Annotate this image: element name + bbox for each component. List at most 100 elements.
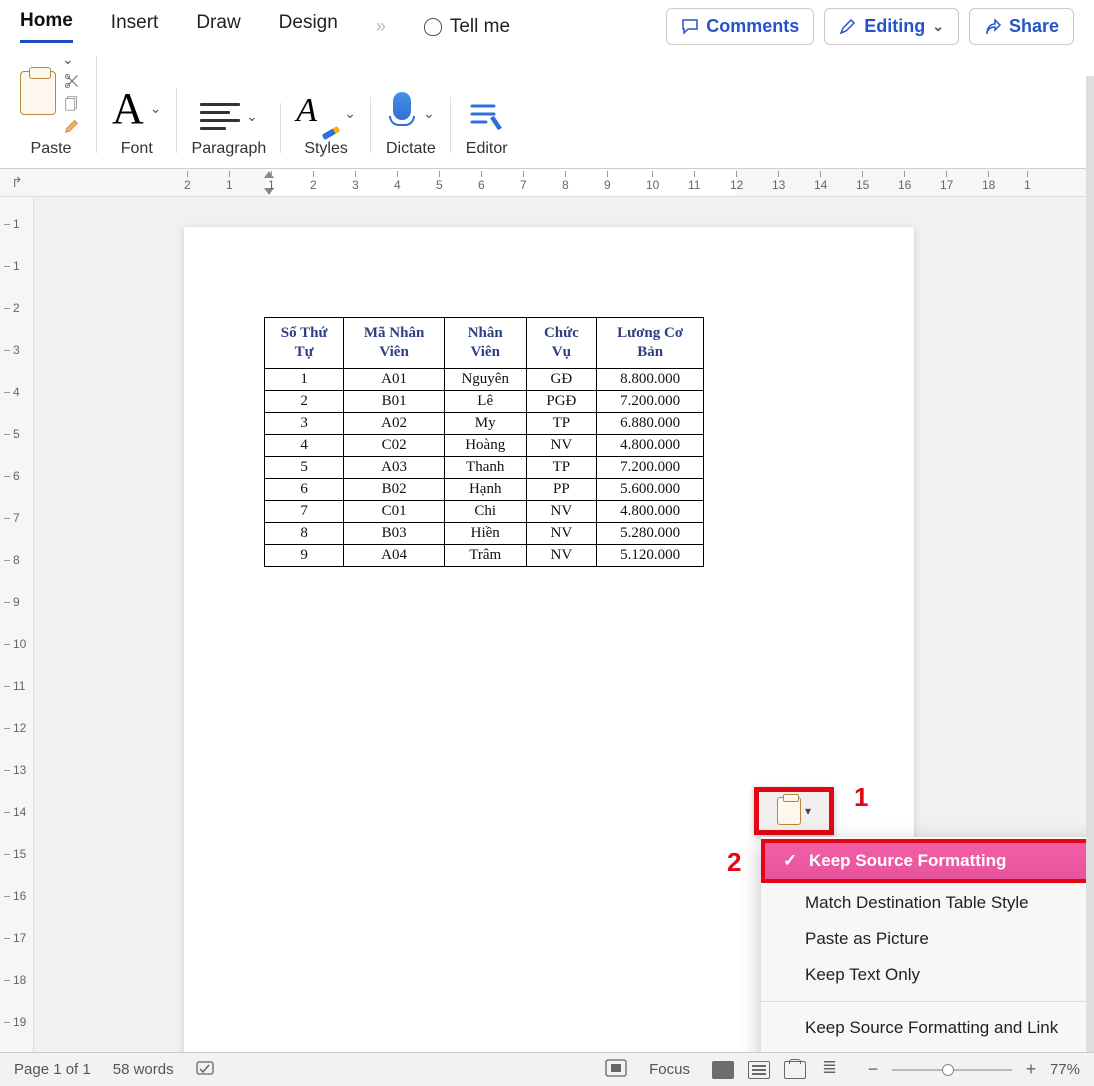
table-row[interactable]: 2B01LêPGĐ7.200.000 xyxy=(265,390,704,412)
view-outline-icon[interactable] xyxy=(820,1061,842,1079)
table-cell[interactable]: NV xyxy=(526,544,597,566)
table-cell[interactable]: B01 xyxy=(344,390,445,412)
table-cell[interactable]: 7.200.000 xyxy=(597,456,704,478)
table-cell[interactable]: 6 xyxy=(265,478,344,500)
table-cell[interactable]: Chi xyxy=(444,500,526,522)
ribbon-group-editor[interactable]: Editor xyxy=(466,98,508,158)
tab-design[interactable]: Design xyxy=(279,12,338,42)
copy-icon[interactable] xyxy=(62,94,82,112)
table-cell[interactable]: A02 xyxy=(344,412,445,434)
editing-button[interactable]: Editing ⌄ xyxy=(824,8,959,45)
word-count[interactable]: 58 words xyxy=(113,1061,174,1078)
table-cell[interactable]: A04 xyxy=(344,544,445,566)
table-cell[interactable]: C02 xyxy=(344,434,445,456)
tab-draw[interactable]: Draw xyxy=(196,12,240,42)
zoom-value[interactable]: 77% xyxy=(1050,1061,1080,1078)
zoom-out-button[interactable]: − xyxy=(864,1059,882,1080)
table-cell[interactable]: My xyxy=(444,412,526,434)
focus-icon[interactable] xyxy=(605,1059,627,1081)
table-cell[interactable]: TP xyxy=(526,412,597,434)
table-cell[interactable]: NV xyxy=(526,500,597,522)
table-cell[interactable]: Hiền xyxy=(444,522,526,544)
paste-menu-item[interactable]: ✓Keep Source Formatting xyxy=(761,839,1094,883)
table-row[interactable]: 4C02HoàngNV4.800.000 xyxy=(265,434,704,456)
table-cell[interactable]: NV xyxy=(526,522,597,544)
ribbon-group-font[interactable]: A⌄ Font xyxy=(112,83,162,158)
table-cell[interactable]: 4 xyxy=(265,434,344,456)
ribbon-group-styles[interactable]: A ⌄ Styles xyxy=(296,92,356,158)
tab-home[interactable]: Home xyxy=(20,10,73,43)
table-cell[interactable]: TP xyxy=(526,456,597,478)
table-cell[interactable]: PP xyxy=(526,478,597,500)
focus-label[interactable]: Focus xyxy=(649,1061,690,1078)
table-cell[interactable]: PGĐ xyxy=(526,390,597,412)
table-cell[interactable]: B03 xyxy=(344,522,445,544)
table-cell[interactable]: 8 xyxy=(265,522,344,544)
tabs-more-icon[interactable]: » xyxy=(376,16,386,37)
table-cell[interactable]: 2 xyxy=(265,390,344,412)
table-cell[interactable]: B02 xyxy=(344,478,445,500)
table-cell[interactable]: 7 xyxy=(265,500,344,522)
paste-menu-item[interactable]: Match Destination Table Style xyxy=(761,885,1094,921)
table-row[interactable]: 8B03HiềnNV5.280.000 xyxy=(265,522,704,544)
paste-dropdown-icon[interactable]: ⌄ xyxy=(62,51,82,68)
table-row[interactable]: 6B02HạnhPP5.600.000 xyxy=(265,478,704,500)
table-cell[interactable]: 4.800.000 xyxy=(597,500,704,522)
document-area[interactable]: Số Thứ TựMã Nhân ViênNhân ViênChức VụLươ… xyxy=(34,197,1094,1079)
table-cell[interactable]: A01 xyxy=(344,368,445,390)
ruler-corner-icon[interactable]: ↱ xyxy=(0,169,34,196)
paste-menu-item[interactable]: Paste as Picture xyxy=(761,921,1094,957)
view-print-layout-icon[interactable] xyxy=(712,1061,734,1079)
horizontal-ruler[interactable]: 211234567891011121314151617181 xyxy=(34,169,1094,196)
table-cell[interactable]: 7.200.000 xyxy=(597,390,704,412)
ribbon-group-paragraph[interactable]: ⌄ Paragraph xyxy=(192,98,267,158)
table-row[interactable]: 7C01ChiNV4.800.000 xyxy=(265,500,704,522)
paste-menu-item[interactable]: Keep Text Only xyxy=(761,957,1094,993)
tab-insert[interactable]: Insert xyxy=(111,12,159,42)
table-header[interactable]: Mã Nhân Viên xyxy=(344,318,445,369)
table-cell[interactable]: Hoàng xyxy=(444,434,526,456)
table-cell[interactable]: 5.280.000 xyxy=(597,522,704,544)
spellcheck-icon[interactable] xyxy=(196,1059,218,1081)
scissors-icon[interactable] xyxy=(62,72,82,90)
table-header[interactable]: Số Thứ Tự xyxy=(265,318,344,369)
table-cell[interactable]: 9 xyxy=(265,544,344,566)
right-scroll-edge[interactable] xyxy=(1086,76,1094,1052)
table-cell[interactable]: Hạnh xyxy=(444,478,526,500)
table-cell[interactable]: Nguyên xyxy=(444,368,526,390)
table-row[interactable]: 5A03ThanhTP7.200.000 xyxy=(265,456,704,478)
share-button[interactable]: Share xyxy=(969,8,1074,45)
tell-me[interactable]: Tell me xyxy=(424,16,510,38)
table-cell[interactable]: 5.120.000 xyxy=(597,544,704,566)
table-cell[interactable]: NV xyxy=(526,434,597,456)
page-count[interactable]: Page 1 of 1 xyxy=(14,1061,91,1078)
table-cell[interactable]: C01 xyxy=(344,500,445,522)
table-cell[interactable]: 1 xyxy=(265,368,344,390)
table-cell[interactable]: A03 xyxy=(344,456,445,478)
paste-menu-item[interactable]: Keep Source Formatting and Link xyxy=(761,1010,1094,1046)
view-read-icon[interactable] xyxy=(748,1061,770,1079)
zoom-knob[interactable] xyxy=(942,1064,954,1076)
table-header[interactable]: Nhân Viên xyxy=(444,318,526,369)
table-cell[interactable]: Thanh xyxy=(444,456,526,478)
table-cell[interactable]: Trâm xyxy=(444,544,526,566)
comments-button[interactable]: Comments xyxy=(666,8,814,45)
table-header[interactable]: Chức Vụ xyxy=(526,318,597,369)
table-cell[interactable]: 4.800.000 xyxy=(597,434,704,456)
zoom-slider[interactable] xyxy=(892,1069,1012,1071)
table-cell[interactable]: 5.600.000 xyxy=(597,478,704,500)
table-cell[interactable]: 5 xyxy=(265,456,344,478)
table-cell[interactable]: Lê xyxy=(444,390,526,412)
table-cell[interactable]: 6.880.000 xyxy=(597,412,704,434)
format-painter-icon[interactable] xyxy=(62,116,82,134)
employee-table[interactable]: Số Thứ TựMã Nhân ViênNhân ViênChức VụLươ… xyxy=(264,317,704,567)
paste-options-button[interactable]: ▾ xyxy=(754,787,834,835)
zoom-in-button[interactable]: + xyxy=(1022,1059,1040,1080)
vertical-ruler[interactable]: 11234567891011121314151617181920 xyxy=(0,197,34,1079)
view-web-icon[interactable] xyxy=(784,1061,806,1079)
table-cell[interactable]: 8.800.000 xyxy=(597,368,704,390)
table-row[interactable]: 9A04TrâmNV5.120.000 xyxy=(265,544,704,566)
table-row[interactable]: 1A01NguyênGĐ8.800.000 xyxy=(265,368,704,390)
table-row[interactable]: 3A02MyTP6.880.000 xyxy=(265,412,704,434)
table-header[interactable]: Lương Cơ Bản xyxy=(597,318,704,369)
